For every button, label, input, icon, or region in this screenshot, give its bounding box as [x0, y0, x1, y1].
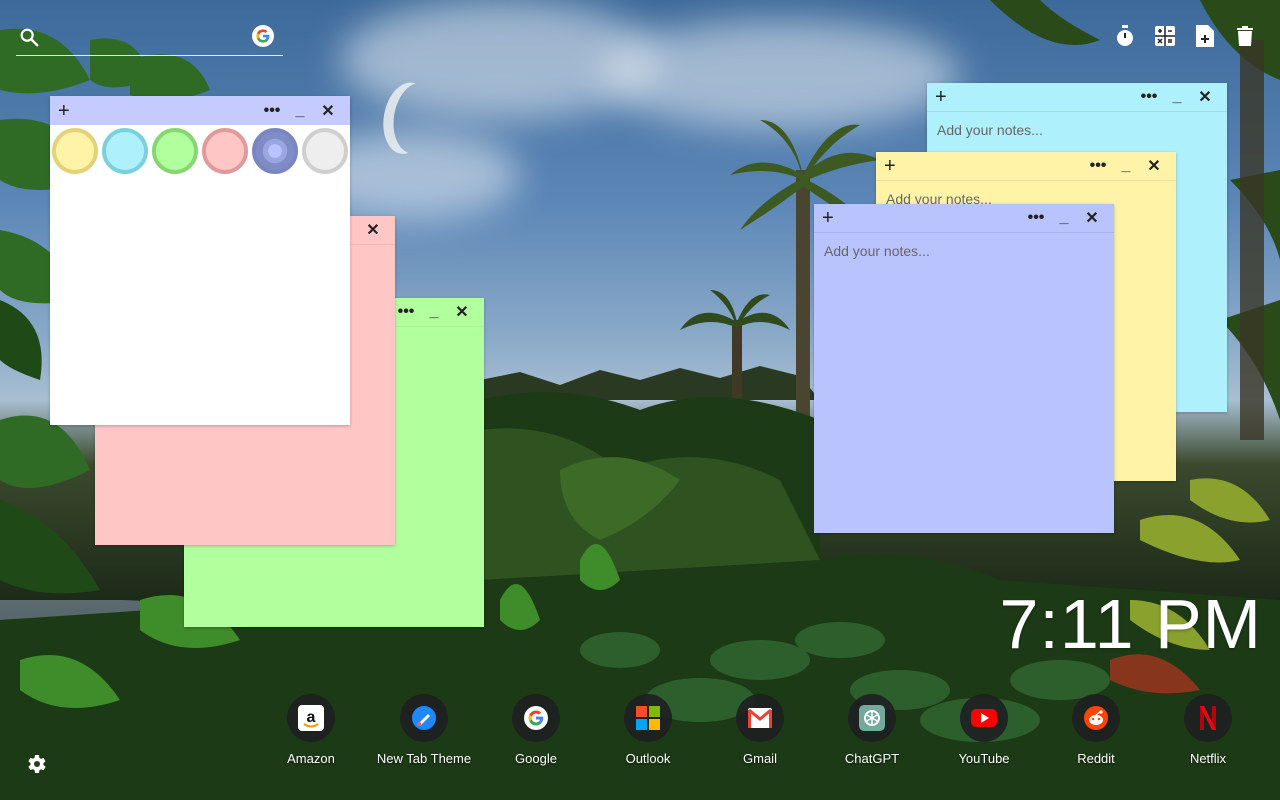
color-palette	[50, 125, 350, 177]
shortcut-netflix[interactable]: Netflix	[1158, 694, 1258, 766]
add-note-button[interactable]: +	[935, 87, 953, 107]
clock: 7:11 PM	[999, 585, 1262, 663]
timer-icon[interactable]	[1114, 24, 1136, 48]
shortcut-label: Gmail	[743, 751, 777, 766]
shortcut-label: Google	[515, 751, 557, 766]
more-options-icon[interactable]: •••	[1022, 209, 1050, 227]
note-title-bar[interactable]: + ••• _ ✕	[814, 204, 1114, 233]
more-options-icon[interactable]: •••	[258, 102, 286, 120]
close-icon[interactable]: ✕	[1191, 87, 1219, 107]
color-swatch-yellow[interactable]	[52, 128, 98, 174]
search-bar	[16, 22, 283, 56]
minimize-icon[interactable]: _	[1163, 88, 1191, 106]
note-title-bar[interactable]: + ••• _ ✕	[50, 96, 350, 125]
calculator-icon[interactable]	[1154, 24, 1176, 48]
close-icon[interactable]: ✕	[1140, 156, 1168, 176]
color-swatch-lavender[interactable]	[252, 128, 298, 174]
color-swatch-pink[interactable]	[202, 128, 248, 174]
shortcut-label: Netflix	[1189, 751, 1227, 766]
shortcut-google[interactable]: Google	[486, 694, 586, 766]
sticky-note-palette[interactable]: + ••• _ ✕	[50, 96, 350, 425]
gmail-icon	[736, 694, 784, 742]
search-icon[interactable]	[18, 26, 40, 48]
amazon-icon: a	[287, 694, 335, 742]
shortcut-gmail[interactable]: Gmail	[710, 694, 810, 766]
add-note-button[interactable]: +	[884, 156, 902, 176]
color-swatch-white[interactable]	[302, 128, 348, 174]
more-options-icon[interactable]: •••	[392, 303, 420, 321]
shortcut-label: ChatGPT	[844, 751, 900, 766]
outlook-icon	[624, 694, 672, 742]
note-textarea[interactable]	[824, 243, 1104, 521]
shortcut-reddit[interactable]: Reddit	[1046, 694, 1146, 766]
add-note-button[interactable]: +	[58, 101, 76, 121]
add-note-icon[interactable]	[1194, 24, 1216, 48]
shortcut-new-tab-theme[interactable]: New Tab Theme	[374, 694, 474, 766]
minimize-icon[interactable]: _	[420, 303, 448, 321]
google-search-icon[interactable]	[252, 25, 274, 47]
youtube-icon	[960, 694, 1008, 742]
close-icon[interactable]: ✕	[1078, 208, 1106, 228]
top-toolbar	[1114, 24, 1256, 48]
minimize-icon[interactable]: _	[1050, 209, 1078, 227]
close-icon[interactable]: ✕	[448, 302, 476, 322]
shortcut-outlook[interactable]: Outlook	[598, 694, 698, 766]
close-icon[interactable]: ✕	[314, 101, 342, 121]
svg-text:a: a	[307, 709, 316, 726]
netflix-icon	[1184, 694, 1232, 742]
search-input[interactable]	[46, 26, 246, 50]
shortcut-label: Outlook	[625, 751, 671, 766]
shortcut-label: YouTube	[958, 751, 1010, 766]
shortcut-label: Reddit	[1077, 751, 1115, 766]
add-note-button[interactable]: +	[822, 208, 840, 228]
google-icon	[512, 694, 560, 742]
new-tab-theme-icon	[400, 694, 448, 742]
shortcut-chatgpt[interactable]: ChatGPT	[822, 694, 922, 766]
more-options-icon[interactable]: •••	[1084, 157, 1112, 175]
settings-gear-icon[interactable]	[24, 752, 48, 776]
shortcut-label: Amazon	[287, 751, 335, 766]
sticky-note-lavender[interactable]: + ••• _ ✕	[814, 204, 1114, 533]
color-swatch-green[interactable]	[152, 128, 198, 174]
trash-icon[interactable]	[1234, 24, 1256, 48]
chatgpt-icon	[848, 694, 896, 742]
close-icon[interactable]: ✕	[359, 220, 387, 240]
shortcut-label: New Tab Theme	[376, 751, 472, 766]
color-swatch-cyan[interactable]	[102, 128, 148, 174]
note-title-bar[interactable]: + ••• _ ✕	[876, 152, 1176, 181]
shortcut-amazon[interactable]: a Amazon	[261, 694, 361, 766]
minimize-icon[interactable]: _	[286, 102, 314, 120]
reddit-icon	[1072, 694, 1120, 742]
note-title-bar[interactable]: + ••• _ ✕	[927, 83, 1227, 112]
minimize-icon[interactable]: _	[1112, 157, 1140, 175]
shortcut-youtube[interactable]: YouTube	[934, 694, 1034, 766]
more-options-icon[interactable]: •••	[1135, 88, 1163, 106]
